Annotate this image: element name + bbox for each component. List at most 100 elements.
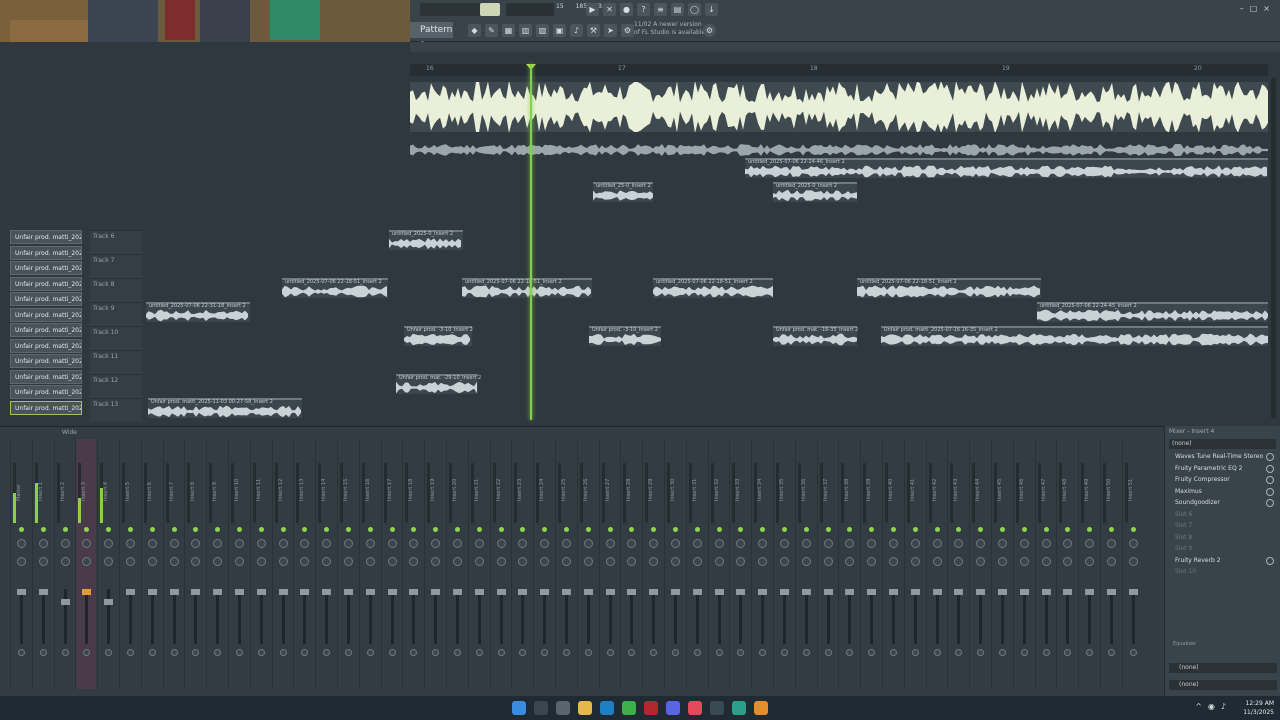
- playlist-icon[interactable]: ▶: [586, 3, 599, 16]
- effect-slot[interactable]: Slot 6: [1165, 509, 1280, 521]
- volume-fader[interactable]: [85, 589, 89, 644]
- stereo-knob[interactable]: [540, 557, 550, 566]
- picker-item[interactable]: Unfair prod. matti_2025: [10, 276, 82, 291]
- strip-enable-led[interactable]: [389, 527, 395, 532]
- strip-enable-led[interactable]: [629, 527, 635, 532]
- effect-slot[interactable]: Fruity Parametric EQ 2: [1165, 463, 1280, 475]
- picker-item[interactable]: Unfair prod. matti_2025: [10, 261, 82, 275]
- strip-enable-led[interactable]: [106, 527, 112, 532]
- vertical-scrollbar[interactable]: [1271, 78, 1276, 418]
- pan-knob[interactable]: [431, 539, 441, 548]
- pan-knob[interactable]: [583, 539, 593, 548]
- volume-fader[interactable]: [63, 589, 67, 644]
- strip-enable-led[interactable]: [367, 527, 373, 532]
- route-knob[interactable]: [61, 649, 69, 656]
- pan-knob[interactable]: [627, 539, 637, 548]
- pan-knob[interactable]: [365, 539, 375, 548]
- volume-fader-cap[interactable]: [932, 589, 942, 595]
- volume-fader[interactable]: [521, 589, 525, 644]
- volume-fader[interactable]: [20, 589, 23, 644]
- piano-roll-icon[interactable]: ✕: [603, 3, 616, 16]
- pan-knob[interactable]: [1041, 539, 1051, 548]
- pan-knob[interactable]: [147, 539, 157, 548]
- stereo-knob[interactable]: [365, 557, 375, 566]
- strip-enable-led[interactable]: [760, 527, 766, 532]
- pan-knob[interactable]: [801, 539, 811, 548]
- stereo-knob[interactable]: [801, 557, 811, 566]
- stereo-knob[interactable]: [38, 557, 48, 566]
- output-select[interactable]: (none): [1169, 663, 1277, 673]
- pan-knob[interactable]: [82, 539, 92, 548]
- stereo-knob[interactable]: [671, 557, 680, 566]
- route-knob[interactable]: [519, 649, 527, 656]
- strip-enable-led[interactable]: [738, 527, 744, 532]
- track-header[interactable]: Track 8: [90, 278, 142, 302]
- pan-knob[interactable]: [1063, 539, 1073, 548]
- route-knob[interactable]: [497, 649, 505, 656]
- audio-clip[interactable]: untitled_2025-07-06 22-18-51_Insert 2: [462, 278, 592, 298]
- strip-enable-led[interactable]: [19, 527, 24, 532]
- strip-enable-led[interactable]: [1000, 527, 1005, 532]
- route-knob[interactable]: [279, 649, 287, 656]
- track-header[interactable]: Track 13: [90, 398, 142, 422]
- effect-slot[interactable]: Fruity Compressor: [1165, 474, 1280, 486]
- stereo-knob[interactable]: [627, 557, 637, 566]
- route-knob[interactable]: [236, 649, 243, 656]
- route-knob[interactable]: [563, 649, 570, 656]
- volume-fader-cap[interactable]: [714, 589, 724, 595]
- volume-fader-cap[interactable]: [300, 589, 310, 595]
- volume-fader[interactable]: [870, 589, 874, 644]
- volume-fader-cap[interactable]: [1085, 589, 1095, 595]
- volume-fader-cap[interactable]: [692, 589, 702, 595]
- stereo-knob[interactable]: [104, 557, 114, 566]
- stereo-knob[interactable]: [758, 557, 768, 566]
- mixer-strip[interactable]: Insert 36: [794, 439, 816, 689]
- stereo-knob[interactable]: [1063, 557, 1073, 566]
- volume-fader-cap[interactable]: [409, 589, 419, 595]
- strip-enable-led[interactable]: [346, 527, 351, 532]
- picker-item[interactable]: Unfair prod. matti_2025: [10, 385, 82, 399]
- strip-enable-led[interactable]: [1087, 527, 1093, 532]
- volume-fader-cap[interactable]: [191, 589, 201, 595]
- pan-knob[interactable]: [38, 539, 48, 548]
- mixer-strip[interactable]: Insert 50: [1100, 439, 1121, 689]
- mixer-strip[interactable]: Insert 15: [337, 439, 358, 689]
- mixer-strip[interactable]: Insert 35: [773, 439, 794, 689]
- volume-fader[interactable]: [303, 589, 307, 644]
- update-notice[interactable]: 11/02 A newer version of FL Studio is av…: [634, 21, 709, 37]
- mixer-strip[interactable]: Insert 21: [467, 439, 489, 689]
- route-knob[interactable]: [759, 649, 767, 656]
- strip-enable-led[interactable]: [956, 527, 962, 532]
- volume-fader-cap[interactable]: [344, 589, 353, 595]
- pan-knob[interactable]: [1085, 539, 1095, 548]
- route-knob[interactable]: [1129, 649, 1137, 656]
- slot-toggle-icon[interactable]: [1266, 556, 1274, 565]
- mixer-strip[interactable]: Insert 48: [1056, 439, 1077, 689]
- volume-fader[interactable]: [892, 589, 895, 644]
- strip-enable-led[interactable]: [673, 527, 678, 532]
- arrow-icon[interactable]: ➤: [604, 24, 617, 37]
- volume-fader-cap[interactable]: [82, 589, 92, 595]
- pan-knob[interactable]: [235, 539, 244, 548]
- mixer-strip[interactable]: Insert 16: [358, 439, 380, 689]
- volume-fader-cap[interactable]: [1019, 589, 1029, 595]
- volume-fader-cap[interactable]: [801, 589, 811, 595]
- volume-fader[interactable]: [281, 589, 285, 644]
- minimize-icon[interactable]: –: [1240, 4, 1250, 13]
- pan-knob[interactable]: [845, 539, 855, 548]
- volume-fader-cap[interactable]: [889, 589, 898, 595]
- audio-clip[interactable]: Unfair prod. matti_2025-07-16 16-35_Inse…: [881, 326, 1268, 346]
- help-icon[interactable]: ?: [637, 3, 650, 16]
- strip-enable-led[interactable]: [542, 527, 548, 532]
- strip-enable-led[interactable]: [1065, 527, 1071, 532]
- effect-slot[interactable]: Slot 10: [1165, 566, 1280, 578]
- volume-fader-cap[interactable]: [431, 589, 441, 595]
- stereo-knob[interactable]: [714, 557, 724, 566]
- strip-enable-led[interactable]: [912, 527, 918, 532]
- route-knob[interactable]: [432, 649, 440, 656]
- strip-enable-led[interactable]: [302, 527, 308, 532]
- audio-clip[interactable]: Unfair prod. mat. -16-35_Insert 2: [773, 326, 858, 346]
- audio-clip[interactable]: untitled_25-0_Insert 2: [593, 182, 653, 202]
- mixer-strip[interactable]: Insert 38: [838, 439, 859, 689]
- strip-enable-led[interactable]: [215, 527, 221, 532]
